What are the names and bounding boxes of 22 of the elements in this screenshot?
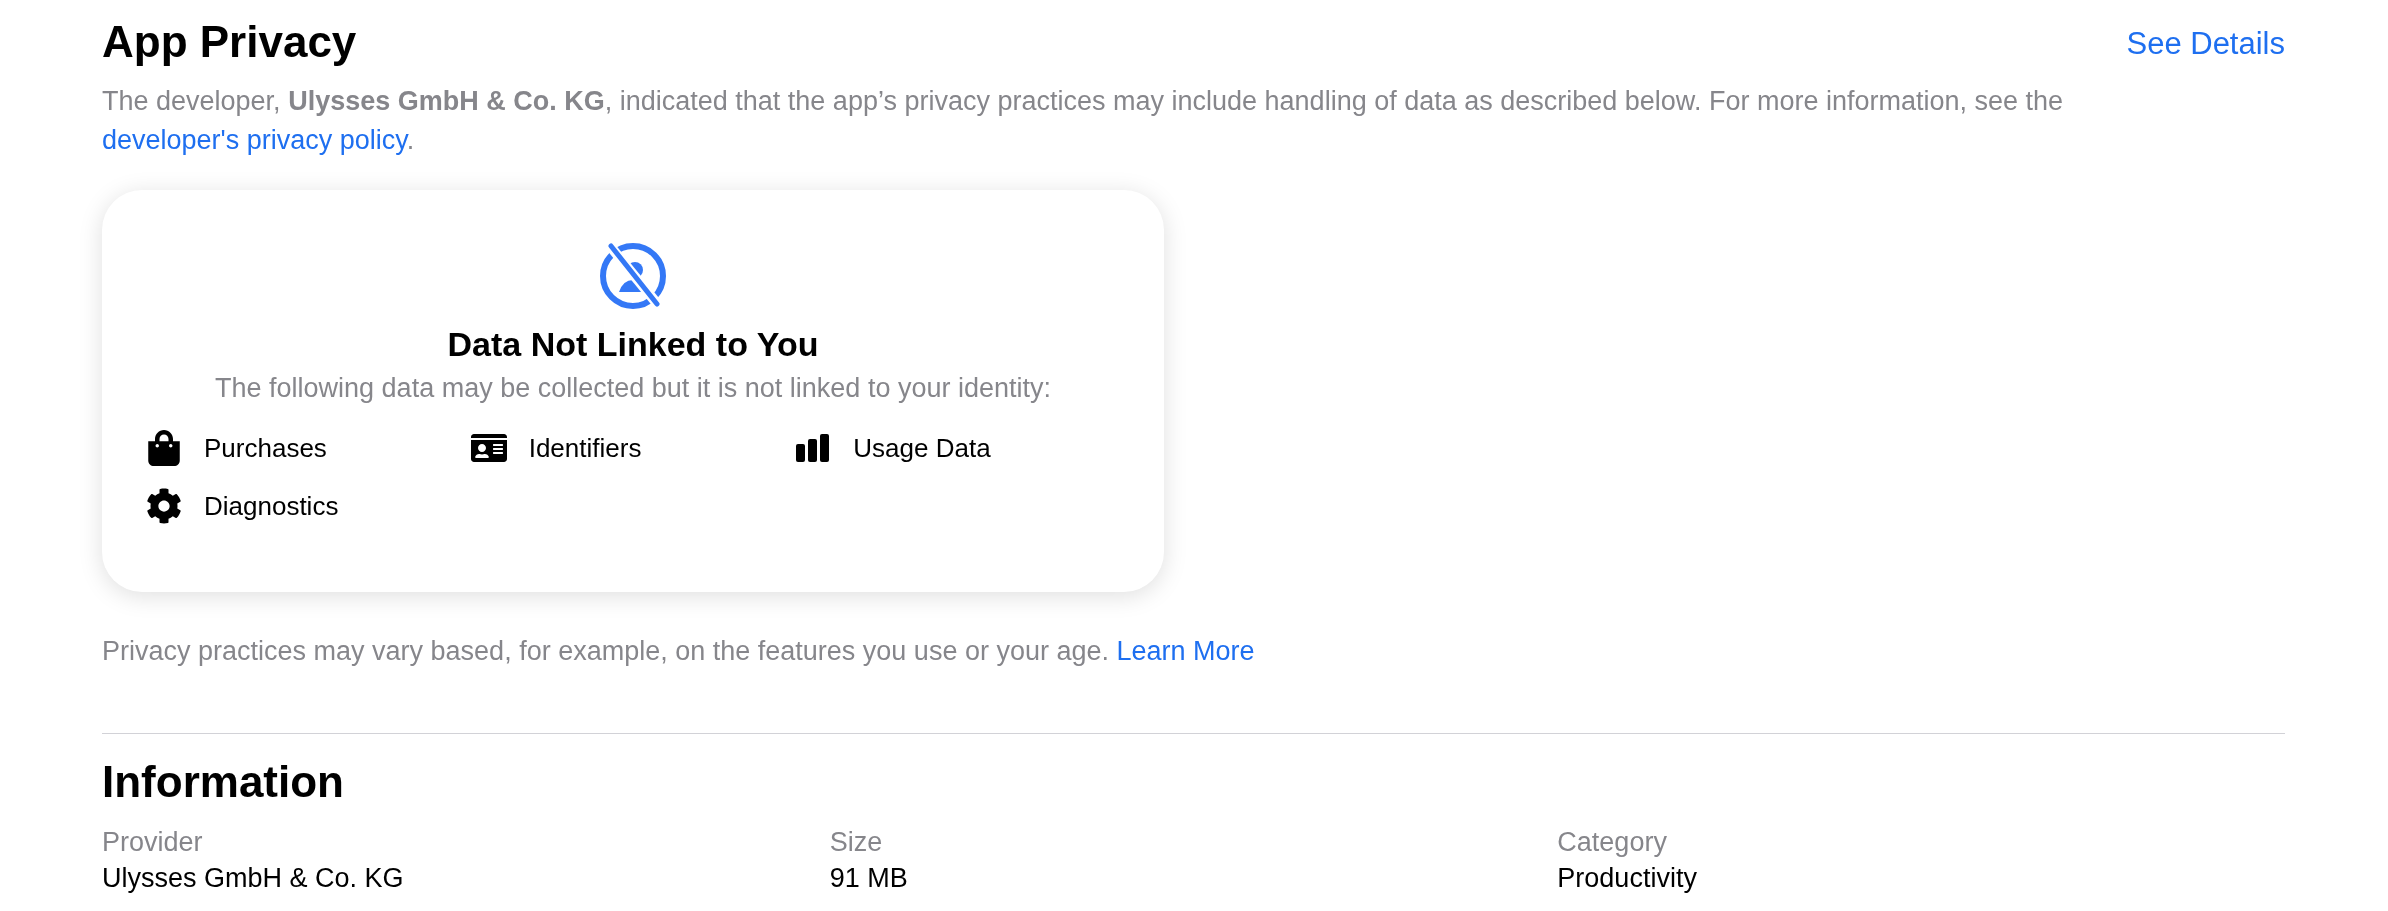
gear-icon — [146, 488, 182, 524]
bag-icon — [146, 430, 182, 466]
section-title: Information — [102, 756, 345, 808]
info-value: Ulysses GmbH & Co. KG — [102, 862, 405, 895]
info-value: 91 MB — [829, 862, 909, 895]
card-subtitle: The following data may be collected but it is not linked to your identity: — [215, 372, 1051, 405]
see-details-link[interactable]: See Details — [2126, 24, 2285, 64]
info-label: Provider — [102, 826, 204, 859]
section-title: App Privacy — [102, 16, 357, 68]
privacy-policy-link[interactable]: developer's privacy policy — [102, 125, 407, 155]
info-label: Category — [1557, 826, 1668, 859]
person-slash-icon — [597, 240, 669, 312]
privacy-description: The developer, Ulysses GmbH & Co. KG, indicated that the app’s privacy practices may include handling of data as described below. For more information, see the developer's privacy policy. — [102, 85, 2065, 157]
data-type-label: Usage Data — [853, 432, 991, 465]
data-type-label: Diagnostics — [204, 490, 339, 523]
learn-more-link[interactable]: Learn More — [1116, 636, 1255, 666]
info-value: Productivity — [1557, 862, 1698, 895]
data-type-label: Identifiers — [528, 432, 642, 465]
card-title: Data Not Linked to You — [447, 324, 819, 365]
info-label: Size — [829, 826, 884, 859]
data-type-label: Purchases — [204, 432, 327, 465]
privacy-note: Privacy practices may vary based, for example, on the features you use or your age. Learn More — [102, 635, 1256, 668]
